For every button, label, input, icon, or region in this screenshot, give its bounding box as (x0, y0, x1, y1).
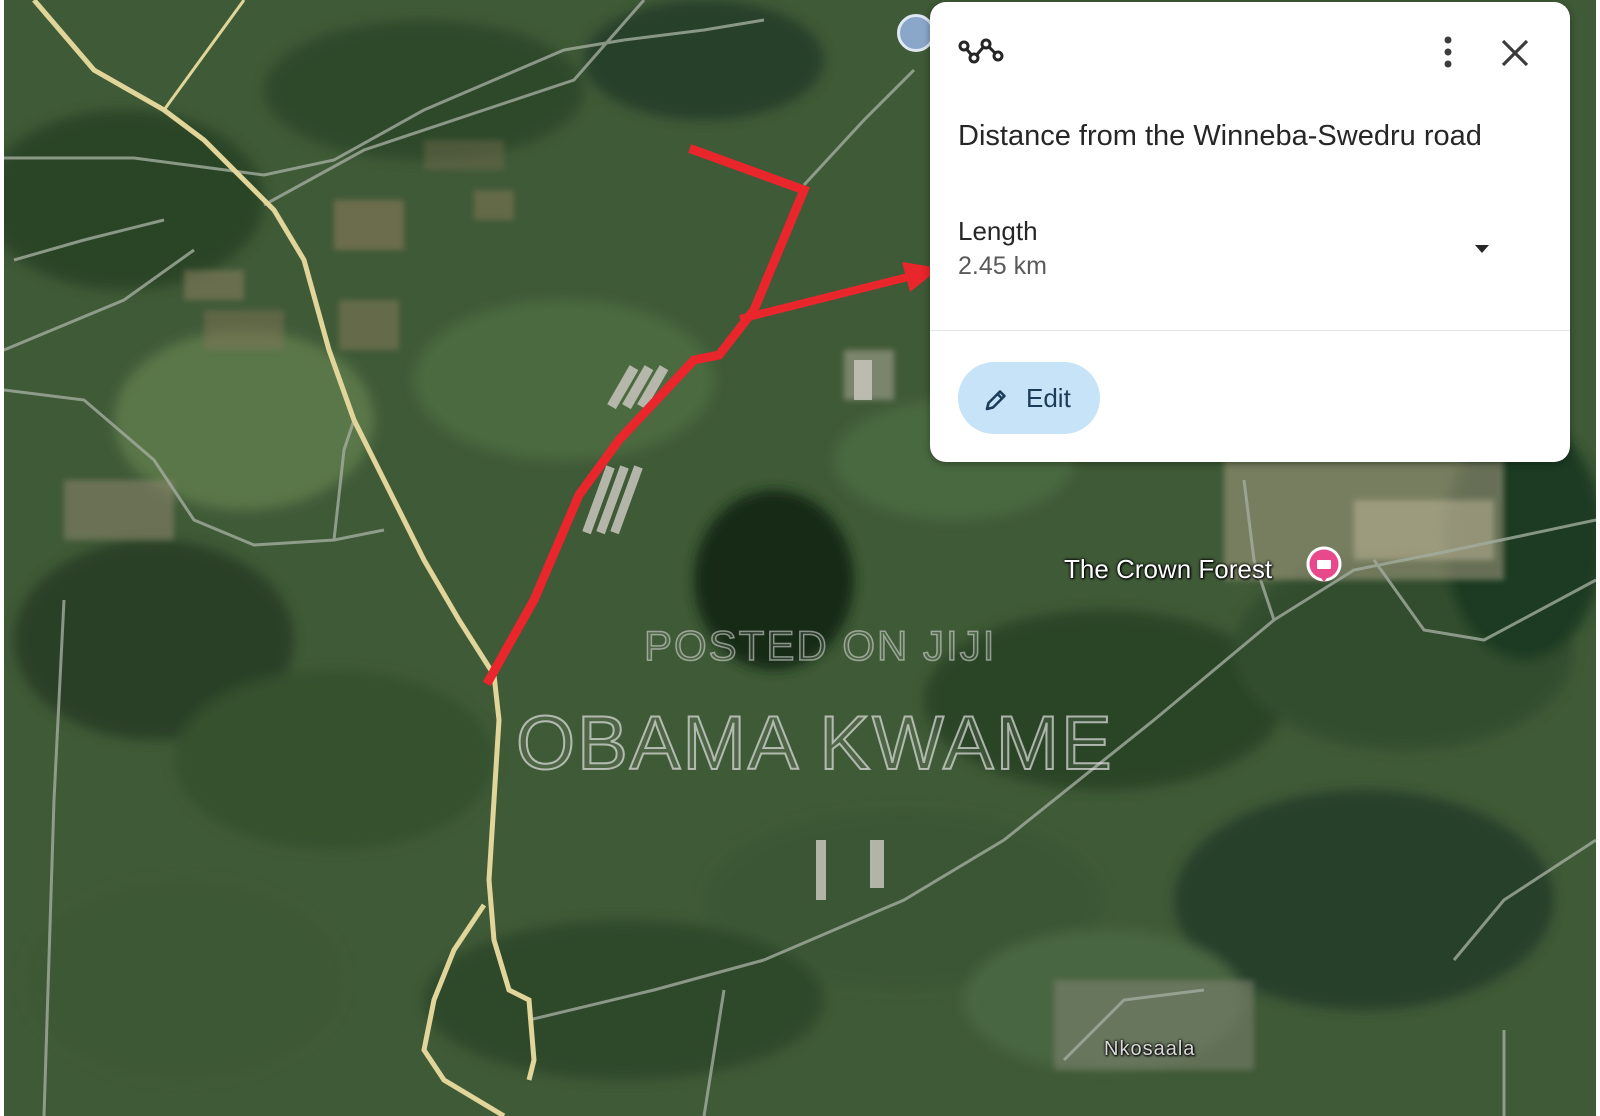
edit-button[interactable]: Edit (958, 362, 1100, 434)
more-vert-icon[interactable] (1434, 32, 1462, 72)
map-screenshot: The Crown Forest Nkosaala POSTED ON JIJI… (0, 0, 1600, 1116)
pencil-icon (985, 390, 1006, 411)
panel-divider (930, 330, 1570, 331)
close-icon[interactable] (1498, 36, 1532, 70)
length-label: Length (958, 216, 1038, 246)
poi-pin-icon[interactable] (1304, 546, 1344, 586)
measure-distance-panel: Distance from the Winneba-Swedru road Le… (930, 2, 1570, 462)
place-label-lower-town: Nkosaala (1104, 1038, 1196, 1060)
panel-title: Distance from the Winneba-Swedru road (958, 120, 1482, 152)
measure-path-icon (958, 38, 1004, 64)
watermark-posted-on: POSTED ON JIJI (643, 621, 997, 670)
edit-button-label: Edit (1026, 383, 1071, 413)
caret-down-icon[interactable] (1470, 236, 1494, 260)
length-value: 2.45 km (958, 252, 1047, 280)
place-label-crown-forest[interactable]: The Crown Forest (1064, 554, 1272, 585)
watermark-author: OBAMA KWAME (515, 700, 1114, 787)
